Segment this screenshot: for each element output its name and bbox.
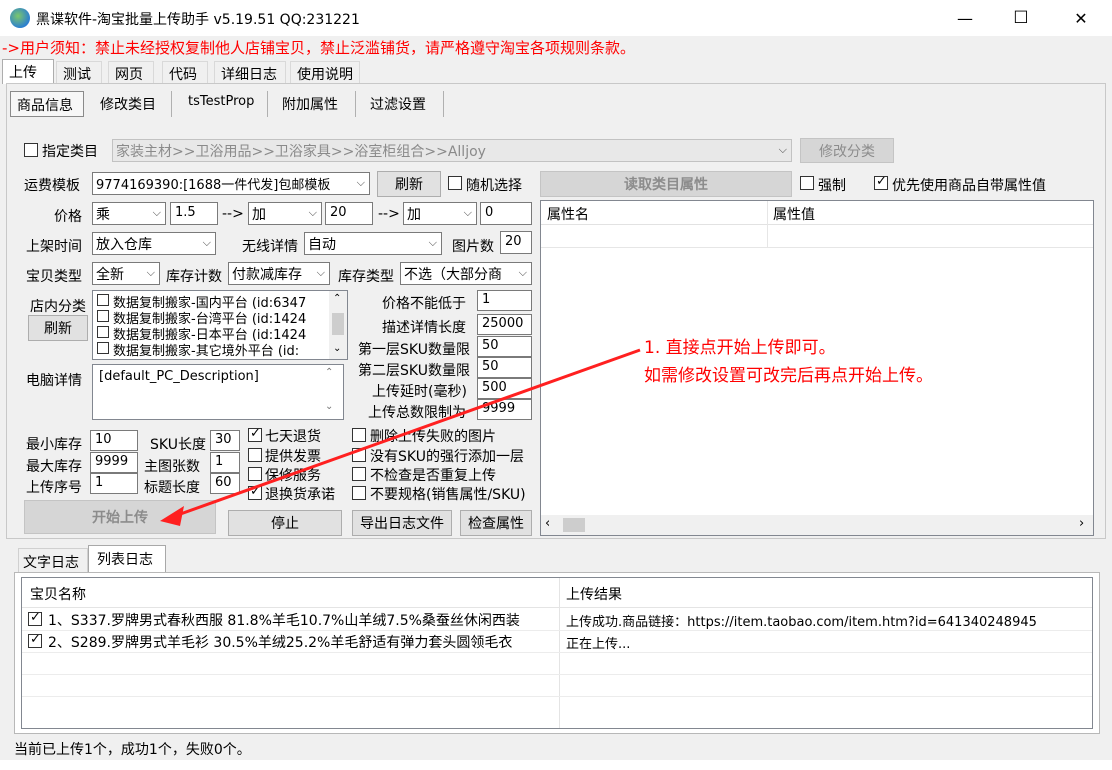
annotation-arrow-line	[171, 348, 641, 519]
table-row[interactable]: 2、S289.罗牌男式羊毛衫 30.5%羊绒25.2%羊毛舒适有弹力套头圆领毛衣…	[22, 631, 1092, 652]
row-divider	[22, 607, 1092, 608]
row-divider	[22, 674, 1092, 675]
column-divider	[559, 578, 560, 728]
bottom-strip	[0, 760, 1112, 770]
row-result: 正在上传...	[566, 637, 631, 652]
result-column-header[interactable]: 上传结果	[566, 584, 622, 604]
status-bar: 当前已上传1个，成功1个，失败0个。	[0, 737, 1112, 759]
row-checkbox[interactable]	[28, 632, 42, 648]
row-result: 上传成功.商品链接：https://item.taobao.com/item.h…	[566, 615, 1037, 630]
row-item-name: 1、S337.罗牌男式春秋西服 81.8%羊毛10.7%山羊绒7.5%桑蚕丝休闲…	[48, 613, 520, 629]
log-panel: 宝贝名称 上传结果 1、S337.罗牌男式春秋西服 81.8%羊毛10.7%山羊…	[14, 572, 1100, 734]
tab-list-log[interactable]: 列表日志	[88, 545, 166, 573]
tab-text-log[interactable]: 文字日志	[18, 548, 88, 572]
table-row[interactable]: 1、S337.罗牌男式春秋西服 81.8%羊毛10.7%山羊绒7.5%桑蚕丝休闲…	[22, 609, 1092, 630]
row-checkbox[interactable]	[28, 610, 42, 626]
item-name-column-header[interactable]: 宝贝名称	[30, 584, 86, 604]
row-divider	[22, 652, 1092, 653]
row-item-name: 2、S289.罗牌男式羊毛衫 30.5%羊绒25.2%羊毛舒适有弹力套头圆领毛衣	[48, 635, 513, 651]
annotation-arrow-head	[160, 506, 184, 526]
app-window: 黑谍软件-淘宝批量上传助手 v5.19.51 QQ:231221 — ☐ ✕ -…	[0, 0, 1112, 770]
row-divider	[22, 696, 1092, 697]
log-table[interactable]: 宝贝名称 上传结果 1、S337.罗牌男式春秋西服 81.8%羊毛10.7%山羊…	[21, 577, 1093, 729]
